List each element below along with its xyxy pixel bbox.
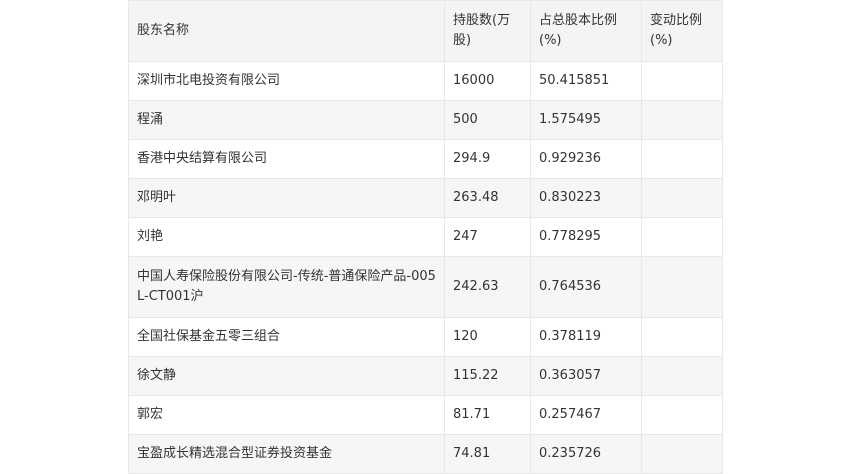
cell-change-ratio [641, 317, 723, 357]
cell-shares: 74.81 [444, 434, 531, 474]
cell-shareholder-name: 程涌 [128, 100, 445, 140]
cell-shareholder-name: 刘艳 [128, 217, 445, 257]
cell-ratio: 0.378119 [530, 317, 642, 357]
table-row: 郭宏 81.71 0.257467 [128, 395, 723, 435]
table-row: 全国社保基金五零三组合 120 0.378119 [128, 317, 723, 357]
cell-shares: 16000 [444, 61, 531, 101]
header-change-ratio: 变动比例(%) [641, 0, 723, 62]
cell-change-ratio [641, 356, 723, 396]
header-row: 股东名称 持股数(万股) 占总股本比例(%) 变动比例(%) [128, 0, 723, 62]
cell-change-ratio [641, 217, 723, 257]
table-row: 中国人寿保险股份有限公司-传统-普通保险产品-005L-CT001沪 242.6… [128, 256, 723, 318]
table-row: 徐文静 115.22 0.363057 [128, 356, 723, 396]
cell-shares: 120 [444, 317, 531, 357]
cell-change-ratio [641, 256, 723, 318]
cell-shareholder-name: 香港中央结算有限公司 [128, 139, 445, 179]
header-shareholder-name: 股东名称 [128, 0, 445, 62]
cell-shareholder-name: 深圳市北电投资有限公司 [128, 61, 445, 101]
shareholders-table: 股东名称 持股数(万股) 占总股本比例(%) 变动比例(%) 深圳市北电投资有限… [128, 0, 723, 474]
cell-shareholder-name: 郭宏 [128, 395, 445, 435]
header-ratio: 占总股本比例(%) [530, 0, 642, 62]
cell-shareholder-name: 徐文静 [128, 356, 445, 396]
table-row: 深圳市北电投资有限公司 16000 50.415851 [128, 61, 723, 101]
cell-change-ratio [641, 100, 723, 140]
cell-ratio: 0.830223 [530, 178, 642, 218]
table-row: 宝盈成长精选混合型证券投资基金 74.81 0.235726 [128, 434, 723, 474]
cell-ratio: 0.929236 [530, 139, 642, 179]
cell-change-ratio [641, 434, 723, 474]
cell-shareholder-name: 全国社保基金五零三组合 [128, 317, 445, 357]
cell-shareholder-name: 宝盈成长精选混合型证券投资基金 [128, 434, 445, 474]
cell-ratio: 0.778295 [530, 217, 642, 257]
table-row: 邓明叶 263.48 0.830223 [128, 178, 723, 218]
cell-ratio: 0.257467 [530, 395, 642, 435]
cell-shares: 115.22 [444, 356, 531, 396]
table-row: 程涌 500 1.575495 [128, 100, 723, 140]
cell-shareholder-name: 邓明叶 [128, 178, 445, 218]
cell-change-ratio [641, 178, 723, 218]
table-row: 刘艳 247 0.778295 [128, 217, 723, 257]
cell-change-ratio [641, 395, 723, 435]
cell-ratio: 1.575495 [530, 100, 642, 140]
header-shares: 持股数(万股) [444, 0, 531, 62]
cell-ratio: 0.764536 [530, 256, 642, 318]
cell-shares: 294.9 [444, 139, 531, 179]
table-body: 深圳市北电投资有限公司 16000 50.415851 程涌 500 1.575… [128, 61, 723, 474]
cell-change-ratio [641, 61, 723, 101]
cell-ratio: 0.235726 [530, 434, 642, 474]
cell-ratio: 50.415851 [530, 61, 642, 101]
cell-shares: 247 [444, 217, 531, 257]
table-header: 股东名称 持股数(万股) 占总股本比例(%) 变动比例(%) [128, 0, 723, 62]
cell-shares: 242.63 [444, 256, 531, 318]
cell-shares: 263.48 [444, 178, 531, 218]
table-row: 香港中央结算有限公司 294.9 0.929236 [128, 139, 723, 179]
cell-ratio: 0.363057 [530, 356, 642, 396]
cell-shares: 81.71 [444, 395, 531, 435]
cell-shares: 500 [444, 100, 531, 140]
cell-shareholder-name: 中国人寿保险股份有限公司-传统-普通保险产品-005L-CT001沪 [128, 256, 445, 318]
cell-change-ratio [641, 139, 723, 179]
